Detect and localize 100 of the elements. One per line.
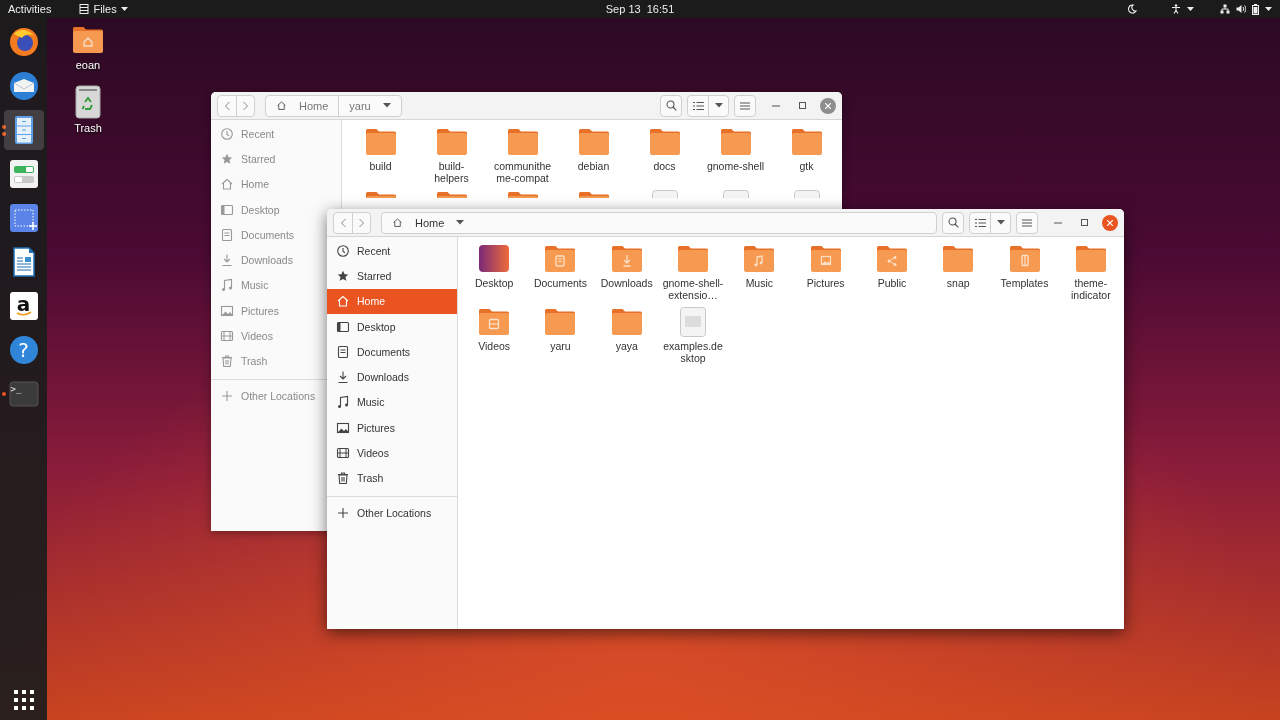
file-name: docs xyxy=(652,161,677,173)
folder-icon[interactable] xyxy=(790,126,823,158)
volume-icon[interactable] xyxy=(1236,4,1246,14)
picture-icon xyxy=(220,303,234,318)
activities-button[interactable]: Activities xyxy=(8,0,52,18)
music-note-icon xyxy=(220,278,234,293)
folder-icon[interactable] xyxy=(435,126,468,158)
sidebar-item[interactable]: Pictures xyxy=(327,415,399,441)
folder-picture-icon[interactable] xyxy=(809,243,842,275)
sidebar-item[interactable]: Recent xyxy=(327,238,395,264)
sidebar-item[interactable]: Videos xyxy=(327,440,393,466)
folder-icon[interactable] xyxy=(719,126,752,158)
folder-icon[interactable] xyxy=(364,126,397,158)
sidebar-item[interactable]: Videos xyxy=(211,323,277,349)
menu-icon xyxy=(740,101,750,110)
folder-film-icon[interactable] xyxy=(478,306,511,338)
file-name: Downloads xyxy=(599,278,654,290)
file-name: build xyxy=(368,161,393,173)
close-icon xyxy=(825,102,831,109)
plus-icon xyxy=(220,388,234,403)
file-cabinet-icon xyxy=(79,4,90,14)
file-name: Templates xyxy=(999,278,1050,290)
app-menu[interactable]: Files xyxy=(79,0,128,18)
document-icon xyxy=(336,344,350,359)
icon-label: Trash xyxy=(74,122,102,134)
close-button[interactable] xyxy=(1102,214,1118,231)
chevron-right-icon xyxy=(358,217,365,228)
folder-download-icon[interactable] xyxy=(610,243,643,275)
trash-bin-icon[interactable] xyxy=(72,85,104,119)
sidebar-item[interactable]: Home xyxy=(211,171,273,197)
chevron-right-icon xyxy=(242,100,249,111)
file-name: Public xyxy=(876,278,908,290)
file-name: snap xyxy=(945,278,971,290)
home-icon xyxy=(336,294,350,309)
sidebar-item[interactable]: Music xyxy=(327,389,389,416)
sidebar-item[interactable]: Downloads xyxy=(211,247,297,273)
caret-icon xyxy=(456,220,465,225)
document-icon xyxy=(220,227,234,242)
folder-icon[interactable] xyxy=(506,126,539,158)
caret-icon[interactable] xyxy=(1265,6,1272,12)
file-name: gnome-shell-extensio… xyxy=(661,278,725,301)
clock[interactable]: Sep 13 16:51 xyxy=(605,0,675,18)
accessibility-icon[interactable] xyxy=(1171,4,1181,14)
folder-icon[interactable] xyxy=(544,306,577,338)
file-name: Desktop xyxy=(473,278,515,290)
sidebar-item[interactable]: Desktop xyxy=(327,313,400,340)
file-name: Documents xyxy=(532,278,588,290)
sidebar-item[interactable]: Documents xyxy=(327,339,415,365)
folder-emblem-icon[interactable] xyxy=(72,24,104,56)
trash-icon xyxy=(220,354,234,369)
file-name: debian xyxy=(576,161,611,173)
file-name: yaru xyxy=(549,341,572,353)
file-name: examples.desktop xyxy=(662,341,724,364)
folder-icon[interactable] xyxy=(677,243,710,275)
sidebar-item[interactable]: Trash xyxy=(211,348,272,374)
file-cabinet-icon[interactable] xyxy=(3,110,44,150)
sidebar-item[interactable]: Music xyxy=(211,272,273,299)
folder-icon[interactable] xyxy=(577,126,610,158)
search-icon xyxy=(665,100,677,111)
folder-icon[interactable] xyxy=(1074,243,1107,275)
desktop-folder-icon[interactable] xyxy=(478,243,511,275)
folder-icon[interactable] xyxy=(942,243,975,275)
close-button[interactable] xyxy=(820,97,836,114)
desktop-icon xyxy=(220,202,234,217)
sidebar-item[interactable]: Downloads xyxy=(327,364,413,390)
sidebar-item[interactable]: Other Locations xyxy=(327,499,436,526)
path-segment[interactable]: Home xyxy=(266,95,339,116)
picture-icon xyxy=(336,420,350,435)
sidebar-item[interactable]: Pictures xyxy=(211,298,283,324)
sidebar-item[interactable]: Starred xyxy=(327,263,396,289)
folder-share-icon[interactable] xyxy=(875,243,908,275)
sidebar-item[interactable]: Documents xyxy=(211,222,299,248)
list-icon xyxy=(692,100,704,111)
path-segment[interactable]: yaru xyxy=(338,95,401,116)
network-icon[interactable] xyxy=(1220,4,1230,14)
minimize-icon xyxy=(1054,221,1062,224)
caret-icon[interactable] xyxy=(1187,6,1194,12)
sidebar-item[interactable]: Desktop xyxy=(211,196,284,223)
folder-template-icon[interactable] xyxy=(1008,243,1041,275)
icon-label: eoan xyxy=(75,59,101,71)
file-name: communitheme-compat xyxy=(493,161,552,184)
sidebar-item[interactable]: Trash xyxy=(327,465,388,491)
clock-icon xyxy=(220,126,234,141)
clock-icon xyxy=(336,243,350,258)
path-segment[interactable]: Home xyxy=(382,212,475,233)
folder-document-icon[interactable] xyxy=(544,243,577,275)
night-light-icon[interactable] xyxy=(1127,4,1137,14)
folder-icon[interactable] xyxy=(648,126,681,158)
sidebar-item[interactable]: Other Locations xyxy=(211,382,320,409)
battery-icon[interactable] xyxy=(1252,3,1259,15)
file-name: gtk xyxy=(798,161,815,173)
sidebar-item[interactable]: Home xyxy=(327,288,457,314)
chevron-left-icon xyxy=(223,100,231,111)
folder-music-note-icon[interactable] xyxy=(743,243,776,275)
folder-icon[interactable] xyxy=(610,306,643,338)
caret-icon xyxy=(996,220,1005,225)
location-bar[interactable]: Home xyxy=(381,211,937,234)
app-grid-icon[interactable] xyxy=(11,688,36,712)
caret-icon xyxy=(714,103,723,108)
home-icon xyxy=(220,177,234,192)
